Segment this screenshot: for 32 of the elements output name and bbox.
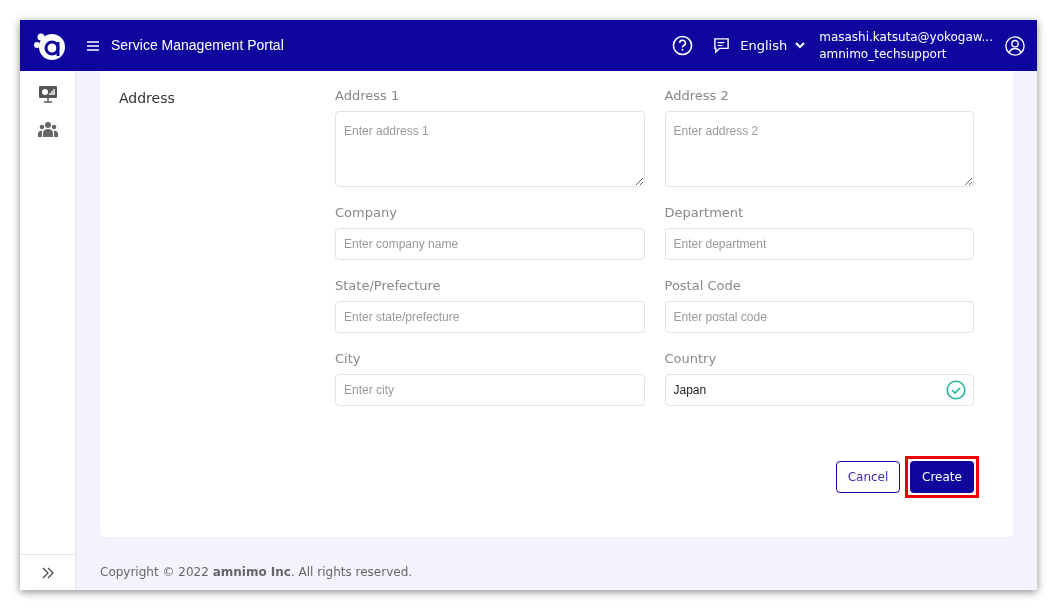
user-icon[interactable] (1005, 35, 1025, 56)
field-label: Country (664, 351, 718, 367)
create-button[interactable]: Create (910, 461, 974, 493)
input-field[interactable]: Japan (664, 374, 974, 406)
field-label: Address 2 (664, 88, 730, 104)
group-icon[interactable] (37, 121, 58, 139)
monitor-chart-icon[interactable] (38, 85, 57, 103)
field-label: State/Prefecture (335, 278, 442, 294)
chat-icon[interactable] (713, 37, 731, 54)
field-label: Company (335, 205, 398, 221)
field-label: Postal Code (664, 278, 742, 294)
user-group: amnimo_techsupport (819, 45, 993, 63)
input-field[interactable]: Enter postal code (664, 301, 974, 333)
input-field[interactable]: Enter city (335, 374, 645, 406)
input-field[interactable]: Enter state/prefecture (335, 301, 645, 333)
input-field[interactable]: Enter company name (335, 228, 645, 260)
field-label: City (335, 351, 362, 367)
language-dropdown[interactable]: English (740, 35, 806, 56)
section-title: Address (119, 89, 176, 108)
menu-icon[interactable] (87, 40, 99, 51)
help-icon[interactable] (672, 35, 694, 56)
cancel-button[interactable]: Cancel (836, 461, 900, 493)
text-area[interactable]: Enter address 2 (664, 111, 974, 187)
double-chevron-right-icon[interactable] (41, 566, 54, 579)
field-label: Department (664, 205, 745, 221)
text-area[interactable]: Enter address 1 (335, 111, 645, 187)
chevron-down-icon (795, 42, 806, 49)
input-field[interactable]: Enter department (664, 228, 974, 260)
app-title: Service Management Portal (111, 36, 284, 55)
user-email: masashi.katsuta@yokogaw... (819, 28, 993, 46)
copyright-text: Copyright © 2022 amnimo Inc. All rights reserved. (100, 564, 414, 581)
field-label: Address 1 (335, 88, 401, 104)
